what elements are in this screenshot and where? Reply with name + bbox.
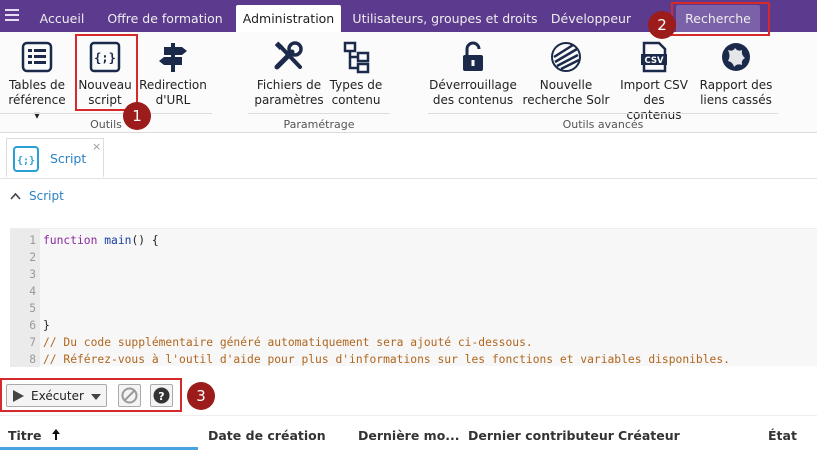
document-tab-label: Script: [50, 151, 87, 166]
menu-icon[interactable]: [5, 9, 19, 21]
globe-icon: [722, 43, 750, 71]
svg-text:?: ?: [158, 390, 164, 403]
script-section-toggle[interactable]: Script: [10, 189, 64, 203]
callout-highlight: [75, 34, 138, 111]
group-label-outils: Outils: [90, 118, 122, 131]
code-line: 8 // Référez-vous à l'outil d'aide pour …: [29, 353, 730, 366]
parameter-files-button[interactable]: Fichiers de paramètres: [253, 32, 325, 116]
group-label-outils-avances: Outils avancés: [562, 118, 644, 131]
column-header-etat[interactable]: État: [768, 428, 797, 443]
callout-number: 2: [648, 11, 676, 39]
help-button[interactable]: ?: [150, 384, 173, 407]
table-header: Titre Date de création Dernière mo... De…: [0, 415, 817, 451]
tab-administration[interactable]: Administration: [236, 5, 341, 32]
column-header-dernier-contributeur[interactable]: Dernier contributeur: [468, 428, 614, 443]
callout-number: 3: [187, 382, 215, 410]
code-line: 4: [29, 285, 36, 298]
hierarchy-icon: [343, 41, 370, 74]
chevron-down-icon[interactable]: [91, 394, 101, 400]
section-title: Script: [29, 189, 64, 203]
reference-tables-button[interactable]: Tables de référence ▾: [4, 32, 70, 122]
column-header-createur[interactable]: Créateur: [618, 428, 680, 443]
list-icon: [21, 41, 53, 73]
code-line: 6 }: [29, 319, 50, 332]
url-redirect-button[interactable]: Redirection d'URL: [138, 32, 208, 116]
sort-ascending-icon: [51, 429, 60, 440]
import-csv-button[interactable]: CSV Import CSV des contenus: [614, 32, 694, 122]
tools-icon: [274, 41, 303, 70]
callout-number: 1: [123, 102, 151, 130]
group-label-parametrage: Paramétrage: [283, 118, 355, 131]
tab-utilisateurs[interactable]: Utilisateurs, groupes et droits: [351, 5, 539, 32]
column-header-date-creation[interactable]: Date de création: [208, 428, 326, 443]
svg-text:CSV: CSV: [644, 56, 664, 66]
group-divider: [248, 113, 390, 114]
csv-file-icon: CSV: [641, 41, 667, 73]
code-line: 3: [29, 268, 36, 281]
signpost-icon: [159, 43, 187, 72]
close-icon[interactable]: ×: [92, 140, 101, 153]
tab-accueil[interactable]: Accueil: [33, 5, 91, 32]
code-editor[interactable]: 1 function main() { 2 3 4 5 6 } 7 // Du …: [10, 228, 817, 367]
callout-highlight: [671, 2, 770, 36]
column-header-titre[interactable]: Titre: [8, 428, 61, 443]
content-types-button[interactable]: Types de contenu: [326, 32, 386, 116]
tab-offre-de-formation[interactable]: Offre de formation: [104, 5, 226, 32]
sorted-column-indicator: [0, 447, 198, 450]
group-divider: [428, 113, 778, 114]
chevron-up-icon: [10, 192, 21, 200]
tab-divider: [0, 178, 817, 179]
cancel-button[interactable]: [118, 384, 141, 407]
forbidden-icon: [121, 387, 138, 404]
script-icon: {;}: [13, 146, 39, 172]
code-line: 2: [29, 251, 36, 264]
execute-button[interactable]: Exécuter: [6, 384, 107, 407]
help-icon: ?: [153, 387, 170, 404]
unlock-icon: [463, 41, 483, 71]
document-tab-script[interactable]: {;} Script ×: [6, 138, 104, 178]
group-divider: [0, 113, 212, 114]
code-line: 5: [29, 302, 36, 315]
broken-links-report-button[interactable]: Rapport des liens cassés: [698, 32, 774, 116]
solr-icon: [551, 42, 581, 72]
tab-developpeur[interactable]: Développeur: [545, 5, 637, 32]
play-icon: [13, 390, 24, 402]
code-line: 7 // Du code supplémentaire généré autom…: [29, 336, 533, 349]
column-header-derniere-modification[interactable]: Dernière mo...: [358, 428, 460, 443]
unlock-content-button[interactable]: Déverrouillage des contenus: [428, 32, 518, 116]
svg-text:{;}: {;}: [17, 156, 35, 167]
new-solr-search-button[interactable]: Nouvelle recherche Solr: [521, 32, 611, 116]
code-line: 1 function main() {: [29, 234, 159, 247]
